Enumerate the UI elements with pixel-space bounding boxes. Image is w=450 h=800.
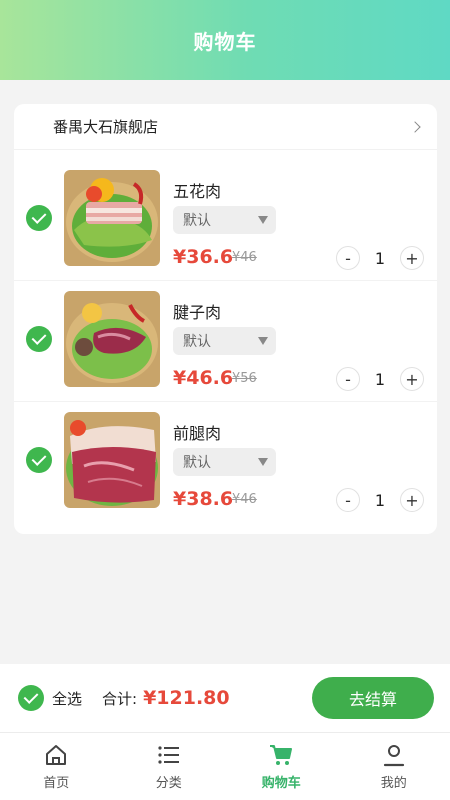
dropdown-triangle-icon: [258, 458, 268, 466]
total-label: 合计:: [102, 689, 138, 708]
spec-value: 默认: [183, 334, 211, 350]
select-all-label[interactable]: 全选: [52, 688, 82, 709]
total-value: ¥121.80: [143, 687, 230, 709]
quantity-value[interactable]: 1: [360, 249, 400, 268]
list-icon: [158, 746, 179, 764]
product-price: ¥38.6: [173, 488, 234, 510]
cart-item: 五花肉 默认 ¥36.6 ¥46 - 1 +: [14, 160, 437, 281]
dropdown-triangle-icon: [258, 337, 268, 345]
tab-category[interactable]: 分类: [113, 733, 226, 800]
tab-label: 购物车: [261, 776, 301, 791]
decrease-button[interactable]: -: [336, 246, 360, 270]
quantity-stepper: - 1 +: [336, 365, 424, 393]
decrease-button[interactable]: -: [336, 488, 360, 512]
store-row[interactable]: 番禺大石旗舰店: [14, 104, 437, 150]
original-price: ¥46: [232, 250, 257, 265]
page-title: 购物车: [193, 29, 257, 54]
decrease-button[interactable]: -: [336, 367, 360, 391]
item-checkbox-icon[interactable]: [26, 326, 52, 352]
spec-value: 默认: [183, 213, 211, 229]
product-name[interactable]: 五花肉: [173, 178, 221, 202]
tab-label: 分类: [155, 776, 182, 791]
increase-button[interactable]: +: [400, 367, 424, 391]
product-name[interactable]: 前腿肉: [173, 420, 221, 444]
quantity-value[interactable]: 1: [360, 491, 400, 510]
spec-value: 默认: [183, 455, 211, 471]
home-icon: [46, 745, 67, 765]
tab-label: 我的: [380, 776, 407, 791]
item-checkbox-icon[interactable]: [26, 205, 52, 231]
product-price: ¥36.6: [173, 246, 234, 268]
item-checkbox-icon[interactable]: [26, 447, 52, 473]
increase-button[interactable]: +: [400, 246, 424, 270]
tab-home[interactable]: 首页: [0, 733, 113, 800]
cart-item: 前腿肉 默认 ¥38.6 ¥46 - 1 +: [14, 402, 437, 523]
checkout-bar: 全选 合计: ¥121.80 去结算: [0, 664, 450, 732]
dropdown-triangle-icon: [258, 216, 268, 224]
tab-cart[interactable]: 购物车: [225, 733, 338, 800]
spec-select[interactable]: 默认: [173, 327, 276, 355]
tab-mine[interactable]: 我的: [338, 733, 450, 800]
user-icon: [383, 745, 404, 767]
quantity-value[interactable]: 1: [360, 370, 400, 389]
increase-button[interactable]: +: [400, 488, 424, 512]
quantity-stepper: - 1 +: [336, 486, 424, 514]
quantity-stepper: - 1 +: [336, 244, 424, 272]
original-price: ¥56: [232, 371, 257, 386]
spec-select[interactable]: 默认: [173, 448, 276, 476]
store-name: 番禺大石旗舰店: [53, 118, 159, 136]
select-all-checkbox-icon[interactable]: [18, 685, 44, 711]
product-image[interactable]: [64, 170, 160, 266]
product-image[interactable]: [64, 291, 160, 387]
checkout-button[interactable]: 去结算: [312, 677, 434, 719]
tab-label: 首页: [43, 776, 70, 791]
header: 购物车: [0, 0, 450, 80]
product-price: ¥46.6: [173, 367, 234, 389]
spec-select[interactable]: 默认: [173, 206, 276, 234]
original-price: ¥46: [232, 492, 257, 507]
chevron-right-icon: [409, 120, 421, 133]
cart-item: 腱子肉 默认 ¥46.6 ¥56 - 1 +: [14, 281, 437, 402]
product-name[interactable]: 腱子肉: [173, 299, 221, 323]
product-image[interactable]: [64, 412, 160, 508]
tab-bar: 首页 分类 购物车 我的: [0, 732, 450, 800]
cart-icon: [270, 745, 293, 765]
cart-card: 番禺大石旗舰店 五花肉 默认 ¥36.6 ¥46 - 1 + 腱子肉 默认 ¥4…: [14, 104, 437, 534]
